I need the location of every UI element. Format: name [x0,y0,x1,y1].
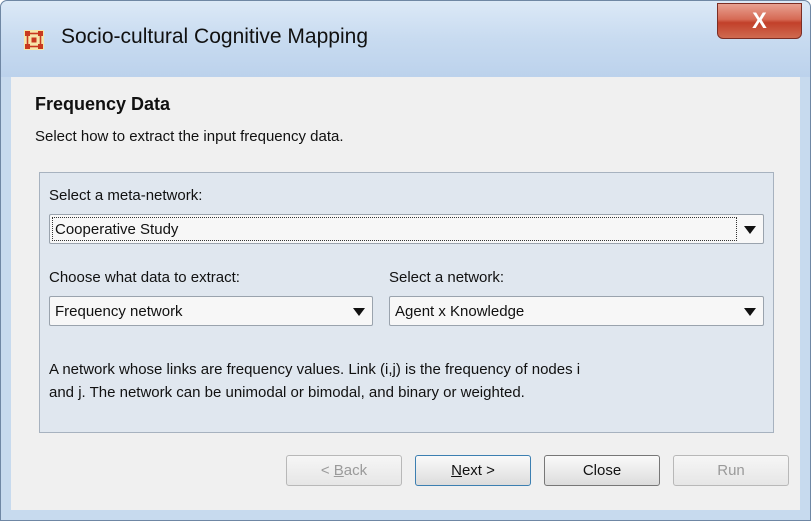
meta-network-value: Cooperative Study [55,221,179,238]
extract-label: Choose what data to extract: [49,269,240,286]
next-button[interactable]: Next > [415,455,531,486]
extract-description: A network whose links are frequency valu… [49,358,767,404]
network-select[interactable]: Agent x Knowledge [389,296,764,326]
network-value: Agent x Knowledge [395,303,525,320]
chevron-down-icon[interactable] [744,308,756,316]
meta-network-label: Select a meta-network: [49,187,203,204]
next-label-rest: ext > [461,462,495,479]
run-button[interactable]: Run [673,455,789,486]
meta-network-select[interactable]: Cooperative Study [49,214,764,244]
extract-description-line: A network whose links are frequency valu… [49,361,581,378]
next-mnemonic: N [451,462,462,479]
extract-select[interactable]: Frequency network [49,296,373,326]
app-window: Socio-cultural Cognitive Mapping X Frequ… [0,0,811,521]
network-label: Select a network: [389,269,505,286]
back-prefix: < [320,462,334,479]
window-title: Socio-cultural Cognitive Mapping [61,25,368,48]
page-description: Select how to extract the input frequenc… [35,128,344,145]
chevron-down-icon[interactable] [353,308,365,316]
back-button[interactable]: < Back [286,455,402,486]
extract-description-line: and j. The network can be unimodal or bi… [49,384,525,401]
window-close-button[interactable]: X [717,3,802,39]
close-button[interactable]: Close [544,455,660,486]
app-icon [24,30,44,50]
back-label-rest: ack [343,462,368,479]
page-title: Frequency Data [35,94,171,114]
title-bar[interactable]: Socio-cultural Cognitive Mapping X [1,1,810,77]
back-mnemonic: B [333,462,344,479]
options-panel: Select a meta-network: Cooperative Study… [39,172,774,433]
chevron-down-icon[interactable] [744,226,756,234]
dialog-content: Frequency Data Select how to extract the… [11,77,800,510]
extract-value: Frequency network [55,303,183,320]
